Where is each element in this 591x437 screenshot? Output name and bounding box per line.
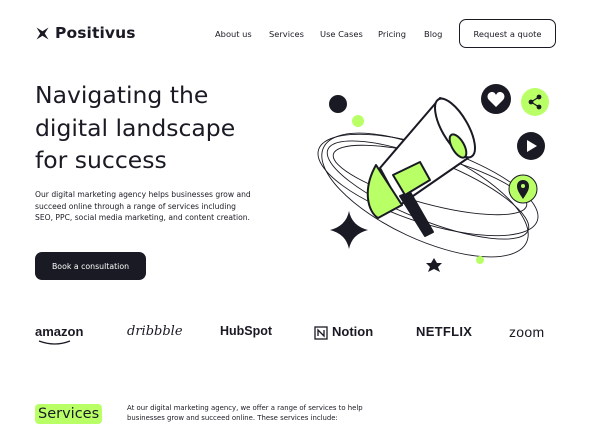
logo-amazon: amazon xyxy=(35,324,84,339)
logo-zoom: zoom xyxy=(509,324,545,340)
amazon-smile-icon xyxy=(38,340,71,345)
megaphone xyxy=(366,97,476,237)
logo-hubspot: HubSpot xyxy=(220,324,273,338)
logo-notion: Notion xyxy=(332,324,374,339)
brand-name: Positivus xyxy=(55,24,136,42)
top-navigation: Positivus About us Services Use Cases Pr… xyxy=(0,0,591,66)
sparkle-star-icon xyxy=(330,211,368,249)
orbit-dot-green-small xyxy=(476,256,484,264)
hero-title-line: digital landscape xyxy=(35,113,236,142)
star-logo-icon xyxy=(36,27,49,39)
book-consultation-button[interactable]: Book a consultation xyxy=(35,252,146,280)
request-quote-button[interactable]: Request a quote xyxy=(459,19,556,48)
hero-title-line: Navigating the xyxy=(35,81,209,109)
client-logos: amazon dribbble HubSpot Notion NETFLIX z… xyxy=(0,318,591,348)
services-description: At our digital marketing agency, we offe… xyxy=(127,404,363,422)
notion-icon xyxy=(314,326,328,340)
orbit-dot-green xyxy=(352,115,364,127)
nav-link-about-us[interactable]: About us xyxy=(215,29,252,39)
hero-title: Navigating the digital landscape for suc… xyxy=(35,79,315,177)
hero-description: Our digital marketing agency helps busin… xyxy=(35,190,251,223)
logo-netflix: NETFLIX xyxy=(416,324,473,339)
nav-link-services[interactable]: Services xyxy=(269,29,304,39)
sparkle-star-icon xyxy=(426,258,442,272)
brand-logo[interactable]: Positivus xyxy=(35,24,136,42)
nav-link-use-cases[interactable]: Use Cases xyxy=(320,29,363,39)
nav-link-pricing[interactable]: Pricing xyxy=(378,29,406,39)
megaphone-illustration xyxy=(317,84,549,272)
services-heading: Services xyxy=(35,404,103,424)
orbit-dot-black xyxy=(329,95,347,113)
hero-title-line: for success xyxy=(35,146,167,174)
share-icon xyxy=(521,88,549,116)
nav-link-blog[interactable]: Blog xyxy=(424,29,442,39)
logo-dribbble: dribbble xyxy=(127,324,183,339)
